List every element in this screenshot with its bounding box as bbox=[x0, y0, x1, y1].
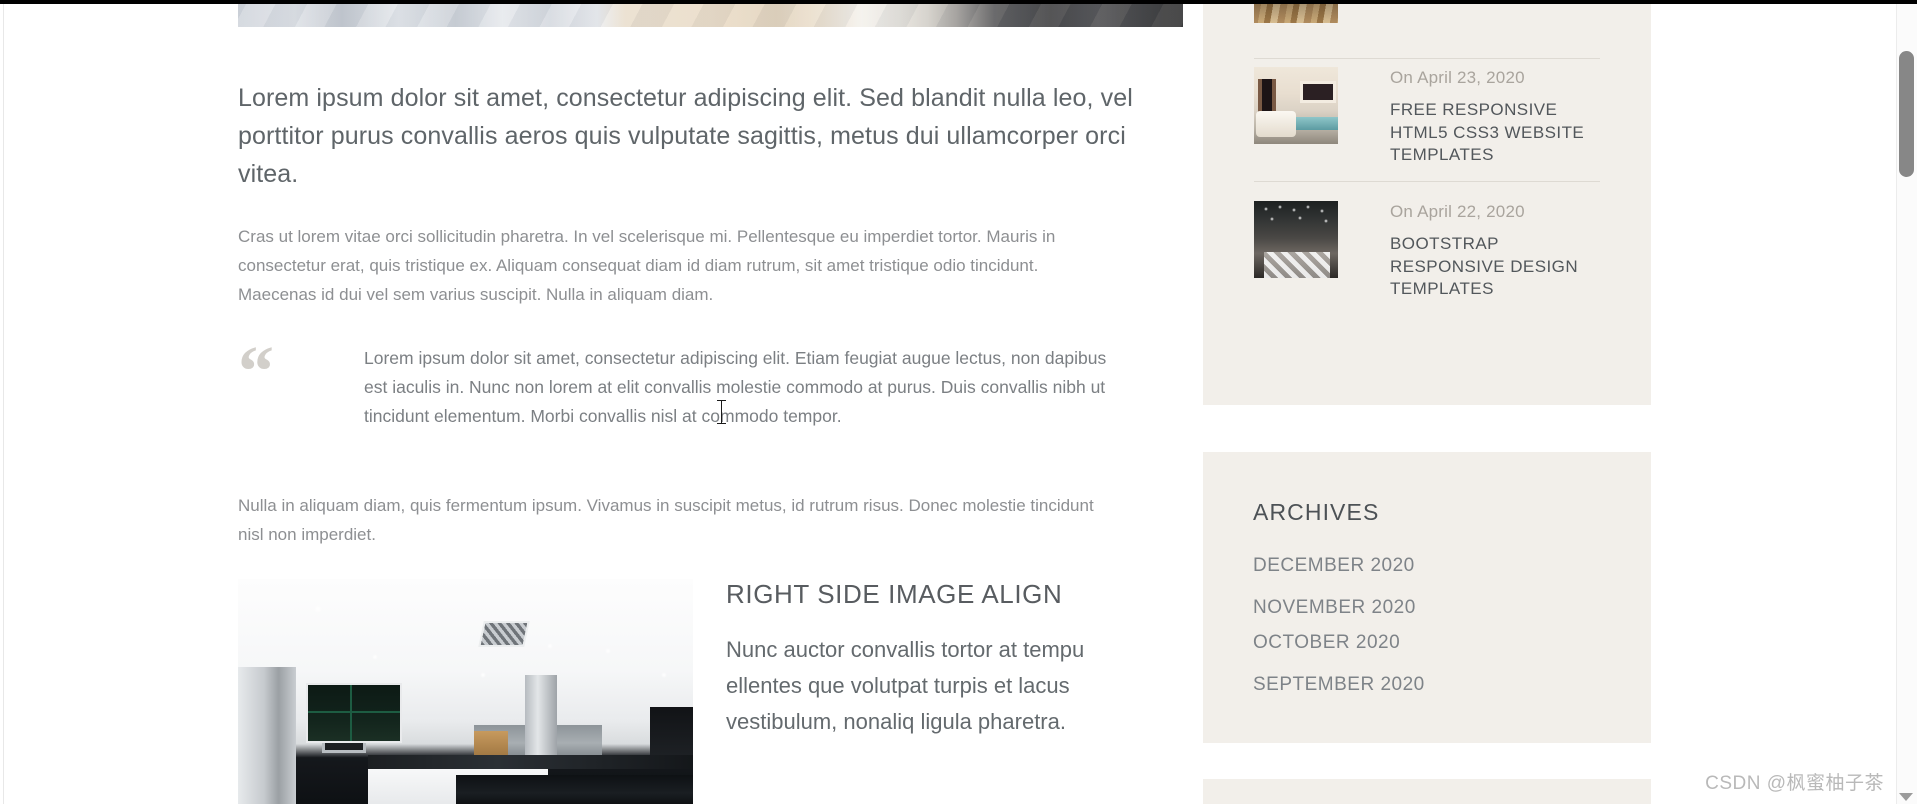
browser-viewport: Lorem ipsum dolor sit amet, consectetur … bbox=[0, 0, 1917, 804]
archives-heading: ARCHIVES bbox=[1253, 499, 1380, 525]
body-paragraph: Cras ut lorem vitae orci sollicitudin ph… bbox=[238, 227, 1056, 304]
hero-image bbox=[238, 4, 1183, 27]
recent-post-thumbnail-partial[interactable] bbox=[1254, 4, 1338, 23]
armchair bbox=[1256, 111, 1296, 137]
hero-image-photo bbox=[238, 4, 1183, 27]
quote-mark-icon: “ bbox=[238, 331, 274, 411]
kitchen-island bbox=[456, 775, 693, 804]
widget-divider bbox=[1254, 58, 1600, 59]
post-quote-paragraph: Nulla in aliquam diam, quis fermentum ip… bbox=[238, 496, 1094, 544]
wall-tv bbox=[1300, 81, 1336, 103]
countertop bbox=[368, 755, 693, 769]
doorway bbox=[1258, 79, 1276, 113]
recent-post-date: On April 23, 2020 bbox=[1390, 68, 1525, 87]
hotel-lobby-thumbnail-image bbox=[1254, 201, 1338, 278]
archive-link-september-2020[interactable]: SEPTEMBER 2020 bbox=[1253, 674, 1425, 696]
recent-post-title-link[interactable]: BOOTSTRAP RESPONSIVE DESIGN TEMPLATES bbox=[1390, 233, 1605, 301]
archive-link-november-2020[interactable]: NOVEMBER 2020 bbox=[1253, 597, 1416, 619]
wall-tv bbox=[650, 707, 693, 755]
text-cursor-icon bbox=[717, 400, 726, 424]
scroll-down-arrow-icon[interactable] bbox=[1899, 793, 1913, 801]
page-scrollbar-thumb[interactable] bbox=[1899, 51, 1914, 177]
reception-counter bbox=[1264, 252, 1330, 278]
blockquote: “ Lorem ipsum dolor sit amet, consectetu… bbox=[238, 331, 1138, 431]
recent-post-title-link[interactable]: FREE RESPONSIVE HTML5 CSS3 WEBSITE TEMPL… bbox=[1390, 99, 1605, 167]
page-document: Lorem ipsum dolor sit amet, consectetur … bbox=[4, 4, 1900, 804]
wood-floor-thumbnail-image bbox=[1254, 4, 1338, 23]
kitchen-photo bbox=[238, 579, 693, 804]
align-block-paragraph: Nunc auctor convallis tortor at tempu el… bbox=[726, 637, 1085, 734]
glass-table bbox=[1296, 117, 1338, 130]
recent-post-date: On April 22, 2020 bbox=[1390, 202, 1525, 221]
align-block-image bbox=[238, 579, 693, 804]
lead-paragraph: Lorem ipsum dolor sit amet, consectetur … bbox=[238, 84, 1133, 188]
archive-link-october-2020[interactable]: OCTOBER 2020 bbox=[1253, 632, 1400, 654]
csdn-watermark: CSDN @枫蜜柚子茶 bbox=[1705, 773, 1884, 794]
recent-post-thumbnail[interactable] bbox=[1254, 67, 1338, 144]
kitchen-window bbox=[306, 683, 402, 743]
align-block-title: RIGHT SIDE IMAGE ALIGN bbox=[726, 579, 1063, 609]
widget-divider bbox=[1254, 181, 1600, 182]
refrigerator bbox=[238, 667, 296, 804]
living-room-thumbnail-image bbox=[1254, 67, 1338, 144]
blockquote-text: Lorem ipsum dolor sit amet, consectetur … bbox=[364, 348, 1107, 426]
widget-next-panel bbox=[1203, 779, 1651, 804]
recent-post-thumbnail[interactable] bbox=[1254, 201, 1338, 278]
archive-link-december-2020[interactable]: DECEMBER 2020 bbox=[1253, 555, 1415, 577]
range-hood bbox=[525, 675, 557, 761]
page-scrollbar-track[interactable] bbox=[1896, 4, 1917, 804]
